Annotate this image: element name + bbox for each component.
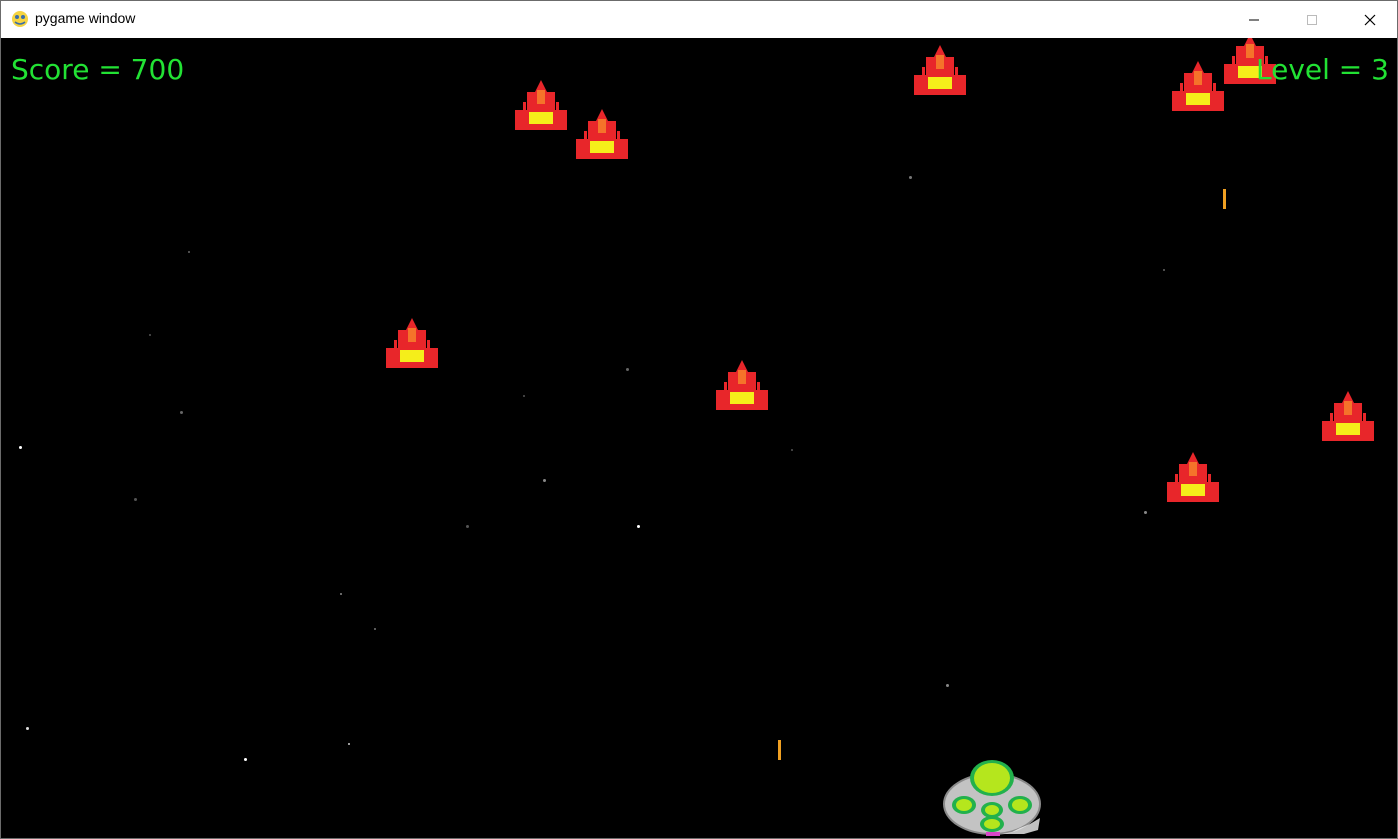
star bbox=[134, 498, 137, 501]
star bbox=[523, 395, 525, 397]
game-canvas[interactable]: Score = 700 Level = 3 bbox=[1, 38, 1397, 838]
star bbox=[340, 593, 342, 595]
enemy-ship bbox=[1172, 61, 1224, 111]
star bbox=[188, 251, 190, 253]
star bbox=[466, 525, 469, 528]
star bbox=[180, 411, 183, 414]
minimize-button[interactable] bbox=[1225, 1, 1283, 38]
enemy-ship bbox=[1167, 452, 1219, 502]
enemy-bullet bbox=[1223, 189, 1226, 209]
star bbox=[19, 446, 22, 449]
star bbox=[374, 628, 376, 630]
enemy-ship bbox=[386, 318, 438, 368]
star bbox=[946, 684, 949, 687]
close-icon bbox=[1364, 14, 1376, 25]
star bbox=[1144, 511, 1147, 514]
window-title: pygame window bbox=[35, 10, 136, 26]
pygame-window: pygame window Score = 700 Level = 3 bbox=[0, 0, 1398, 839]
star bbox=[637, 525, 640, 528]
minimize-icon bbox=[1249, 19, 1259, 20]
enemy-ship bbox=[576, 109, 628, 159]
star bbox=[543, 479, 546, 482]
enemy-ship bbox=[914, 45, 966, 95]
player-ufo bbox=[943, 760, 1041, 836]
star bbox=[1163, 269, 1165, 271]
star bbox=[149, 334, 151, 336]
star bbox=[791, 449, 793, 451]
maximize-button[interactable] bbox=[1283, 1, 1341, 38]
level-display: Level = 3 bbox=[1256, 53, 1389, 86]
star bbox=[909, 176, 912, 179]
enemy-bullet bbox=[778, 740, 781, 760]
enemy-ship bbox=[1322, 391, 1374, 441]
close-button[interactable] bbox=[1341, 1, 1398, 38]
star bbox=[626, 368, 629, 371]
star bbox=[26, 727, 29, 730]
star bbox=[244, 758, 247, 761]
star bbox=[348, 743, 350, 745]
enemy-ship bbox=[716, 360, 768, 410]
pygame-snake-icon bbox=[12, 11, 28, 27]
enemy-ship bbox=[515, 80, 567, 130]
maximize-icon bbox=[1307, 14, 1317, 25]
score-display: Score = 700 bbox=[11, 53, 185, 86]
title-bar[interactable]: pygame window bbox=[1, 1, 1397, 38]
